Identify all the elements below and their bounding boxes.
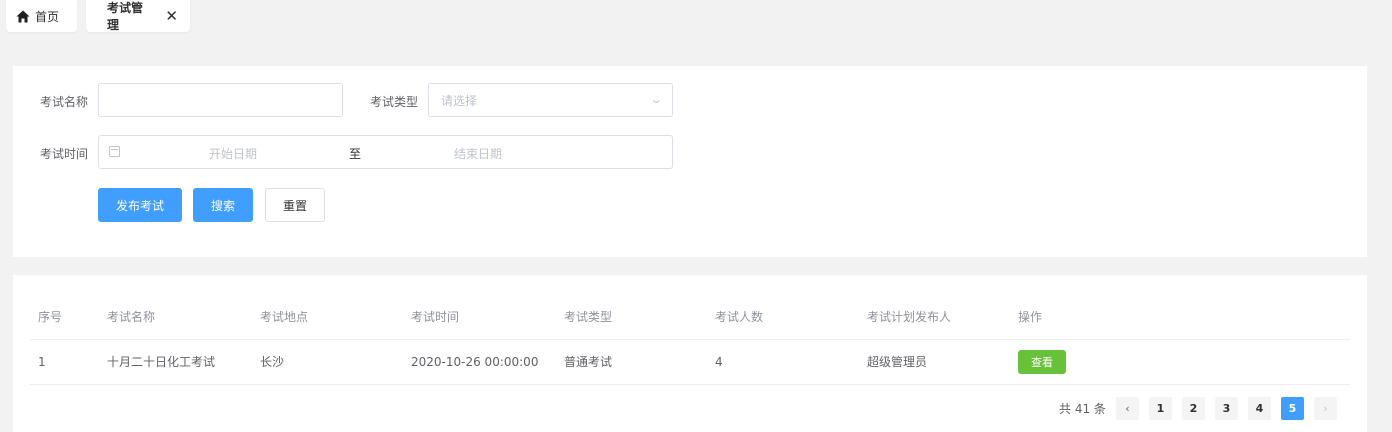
pagination-page-4[interactable]: 4: [1247, 396, 1271, 420]
pagination-page-2[interactable]: 2: [1181, 396, 1205, 420]
cell-exam-time: 2020-10-26 00:00:00: [411, 355, 539, 369]
cell-exam-type: 普通考试: [564, 355, 613, 369]
close-icon[interactable]: ✕: [165, 8, 178, 24]
tab-home-label: 首页: [35, 9, 60, 24]
header-exam-count: 考试人数: [715, 310, 764, 324]
home-icon: [16, 10, 30, 23]
exam-name-input[interactable]: [98, 83, 343, 117]
end-date-input[interactable]: 结束日期: [454, 145, 502, 162]
header-exam-time: 考试时间: [411, 310, 460, 324]
cell-exam-name: 十月二十日化工考试: [107, 355, 216, 369]
publish-exam-button[interactable]: 发布考试: [98, 188, 182, 222]
exam-time-label: 考试时间: [40, 147, 89, 161]
exam-table: 序号 考试名称 考试地点 考试时间 考试类型 考试人数 考试计划发布人 操作 1…: [30, 295, 1350, 385]
pagination-next-button[interactable]: ›: [1313, 396, 1337, 420]
header-publisher: 考试计划发布人: [867, 310, 952, 324]
tab-exam-management-label: 考试管理: [107, 1, 144, 32]
cell-index: 1: [38, 355, 46, 369]
calendar-icon: [109, 146, 120, 157]
tab-home[interactable]: 首页: [6, 0, 77, 32]
exam-table-card: 序号 考试名称 考试地点 考试时间 考试类型 考试人数 考试计划发布人 操作 1…: [13, 275, 1367, 432]
table-row: 1 十月二十日化工考试 长沙 2020-10-26 00:00:00 普通考试 …: [30, 340, 1350, 385]
chevron-down-icon: ⌄: [649, 94, 663, 106]
exam-date-range-picker[interactable]: 开始日期 至 结束日期: [98, 135, 673, 169]
cell-exam-location: 长沙: [260, 355, 285, 369]
view-button[interactable]: 查看: [1018, 350, 1066, 374]
date-range-separator: 至: [349, 147, 362, 161]
search-form-card: 考试名称 考试类型 请选择 ⌄ 考试时间 开始日期 至 结束日期 发布考试 搜索…: [13, 66, 1367, 257]
exam-type-placeholder: 请选择: [441, 93, 478, 108]
exam-type-select[interactable]: 请选择 ⌄: [428, 83, 673, 117]
pagination-page-1[interactable]: 1: [1148, 396, 1172, 420]
header-exam-location: 考试地点: [260, 310, 309, 324]
table-header-row: 序号 考试名称 考试地点 考试时间 考试类型 考试人数 考试计划发布人 操作: [30, 295, 1350, 340]
header-exam-name: 考试名称: [107, 310, 156, 324]
header-exam-type: 考试类型: [564, 310, 613, 324]
cell-publisher: 超级管理员: [867, 355, 928, 369]
pagination-total: 共 41 条: [1059, 401, 1106, 416]
pagination-prev-button[interactable]: ‹: [1115, 396, 1139, 420]
header-actions: 操作: [1018, 310, 1043, 324]
start-date-input[interactable]: 开始日期: [209, 145, 257, 162]
reset-button[interactable]: 重置: [265, 188, 325, 222]
search-button[interactable]: 搜索: [193, 188, 253, 222]
header-index: 序号: [38, 310, 63, 324]
tab-bar: 首页 考试管理 ✕: [6, 0, 190, 32]
pagination-page-5[interactable]: 5: [1280, 396, 1304, 420]
cell-exam-count: 4: [715, 355, 723, 369]
pagination-page-3[interactable]: 3: [1214, 396, 1238, 420]
tab-exam-management[interactable]: 考试管理 ✕: [86, 0, 190, 32]
exam-name-label: 考试名称: [40, 95, 89, 109]
exam-type-label: 考试类型: [370, 95, 419, 109]
pagination: 共 41 条 ‹ 1 2 3 4 5 ›: [1059, 396, 1337, 420]
